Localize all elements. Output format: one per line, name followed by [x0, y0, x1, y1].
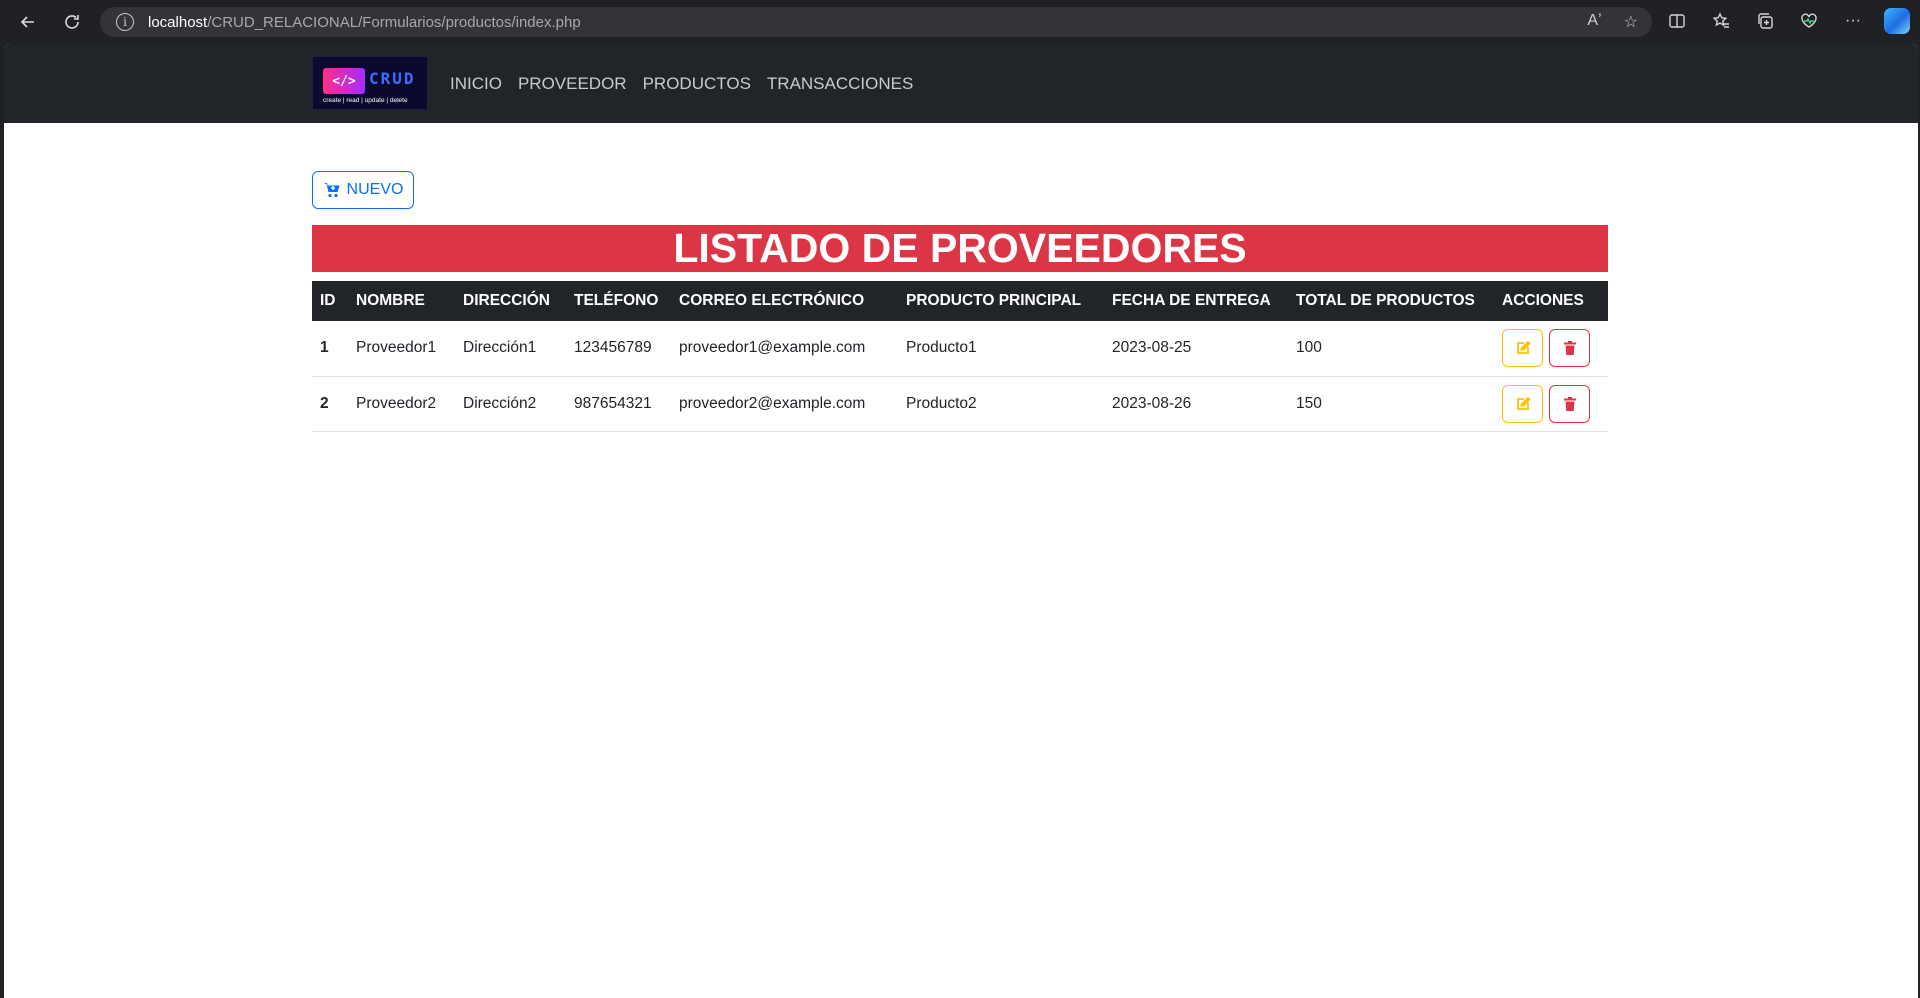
column-header-total: TOTAL DE PRODUCTOS: [1296, 292, 1475, 309]
nav-menu: INICIO PROVEEDOR PRODUCTOS TRANSACCIONES: [450, 44, 913, 123]
page-title: LISTADO DE PROVEEDORES: [312, 225, 1608, 272]
favorite-star-icon[interactable]: ☆: [1624, 12, 1638, 32]
column-header-telefono: TELÉFONO: [574, 292, 659, 309]
providers-table: ID NOMBRE DIRECCIÓN TELÉFONO CORREO ELEC…: [312, 281, 1608, 432]
cell-direccion: Dirección2: [455, 376, 566, 432]
cell-nombre: Proveedor2: [348, 376, 455, 432]
edit-icon: [1516, 340, 1531, 355]
table-row: 1 Proveedor1 Dirección1 123456789 provee…: [312, 321, 1608, 377]
column-header-correo: CORREO ELECTRÓNICO: [679, 292, 865, 309]
delete-button[interactable]: [1549, 384, 1590, 423]
column-header-direccion: DIRECCIÓN: [463, 292, 550, 309]
more-menu-icon[interactable]: ···: [1840, 8, 1866, 34]
trash-icon: [1563, 341, 1576, 356]
back-arrow-icon[interactable]: [14, 8, 42, 36]
refresh-icon[interactable]: [58, 8, 86, 36]
delete-button[interactable]: [1549, 329, 1590, 368]
nav-link-inicio[interactable]: INICIO: [450, 74, 502, 94]
cell-id: 2: [312, 376, 348, 432]
cell-correo: proveedor2@example.com: [671, 376, 898, 432]
split-screen-icon[interactable]: [1664, 8, 1690, 34]
url-path: /CRUD_RELACIONAL/Formularios/productos/i…: [207, 13, 581, 31]
read-aloud-icon[interactable]: Aʼ: [1587, 12, 1601, 32]
cell-acciones: [1494, 321, 1608, 377]
nav-link-proveedor[interactable]: PROVEEDOR: [518, 74, 627, 94]
cell-acciones: [1494, 376, 1608, 432]
edit-icon: [1516, 396, 1531, 410]
cell-direccion: Dirección1: [455, 321, 566, 377]
cell-telefono: 123456789: [566, 321, 671, 377]
logo-code-mark: </>: [323, 68, 365, 94]
cell-id: 1: [312, 321, 348, 377]
new-button[interactable]: NUEVO: [312, 171, 414, 209]
crud-logo[interactable]: </> CRUD create | read | update | delete: [312, 56, 428, 110]
collections-icon[interactable]: [1752, 8, 1778, 34]
browser-toolbar: i localhost /CRUD_RELACIONAL/Formularios…: [0, 0, 1920, 44]
edit-button[interactable]: [1502, 329, 1543, 368]
table-header-row: ID NOMBRE DIRECCIÓN TELÉFONO CORREO ELEC…: [312, 281, 1608, 321]
site-info-icon[interactable]: i: [116, 13, 134, 31]
logo-tagline: create | read | update | delete: [323, 97, 408, 104]
address-bar[interactable]: i localhost /CRUD_RELACIONAL/Formularios…: [100, 7, 1652, 37]
cell-producto: Producto1: [898, 321, 1104, 377]
page-viewport: </> CRUD create | read | update | delete…: [4, 44, 1918, 998]
cell-total: 100: [1288, 321, 1494, 377]
cell-telefono: 987654321: [566, 376, 671, 432]
cell-fecha: 2023-08-26: [1104, 376, 1288, 432]
nav-link-productos[interactable]: PRODUCTOS: [643, 74, 751, 94]
column-header-id: ID: [320, 292, 336, 309]
cell-total: 150: [1288, 376, 1494, 432]
column-header-nombre: NOMBRE: [356, 292, 425, 309]
copilot-icon[interactable]: [1884, 8, 1910, 34]
column-header-acciones: ACCIONES: [1502, 292, 1584, 309]
cart-plus-icon: [323, 183, 340, 198]
cell-nombre: Proveedor1: [348, 321, 455, 377]
edit-button[interactable]: [1502, 384, 1543, 423]
table-row: 2 Proveedor2 Dirección2 987654321 provee…: [312, 376, 1608, 432]
trash-icon: [1563, 396, 1576, 411]
cell-producto: Producto2: [898, 376, 1104, 432]
column-header-fecha: FECHA DE ENTREGA: [1112, 292, 1271, 309]
column-header-producto: PRODUCTO PRINCIPAL: [906, 292, 1082, 309]
nav-link-transacciones[interactable]: TRANSACCIONES: [767, 74, 913, 94]
browser-essentials-icon[interactable]: [1796, 8, 1822, 34]
navbar: </> CRUD create | read | update | delete…: [4, 44, 1918, 123]
favorites-icon[interactable]: [1708, 8, 1734, 34]
new-button-label: NUEVO: [346, 181, 404, 198]
cell-correo: proveedor1@example.com: [671, 321, 898, 377]
url-host: localhost: [148, 13, 208, 31]
logo-name: CRUD: [369, 69, 416, 88]
cell-fecha: 2023-08-25: [1104, 321, 1288, 377]
